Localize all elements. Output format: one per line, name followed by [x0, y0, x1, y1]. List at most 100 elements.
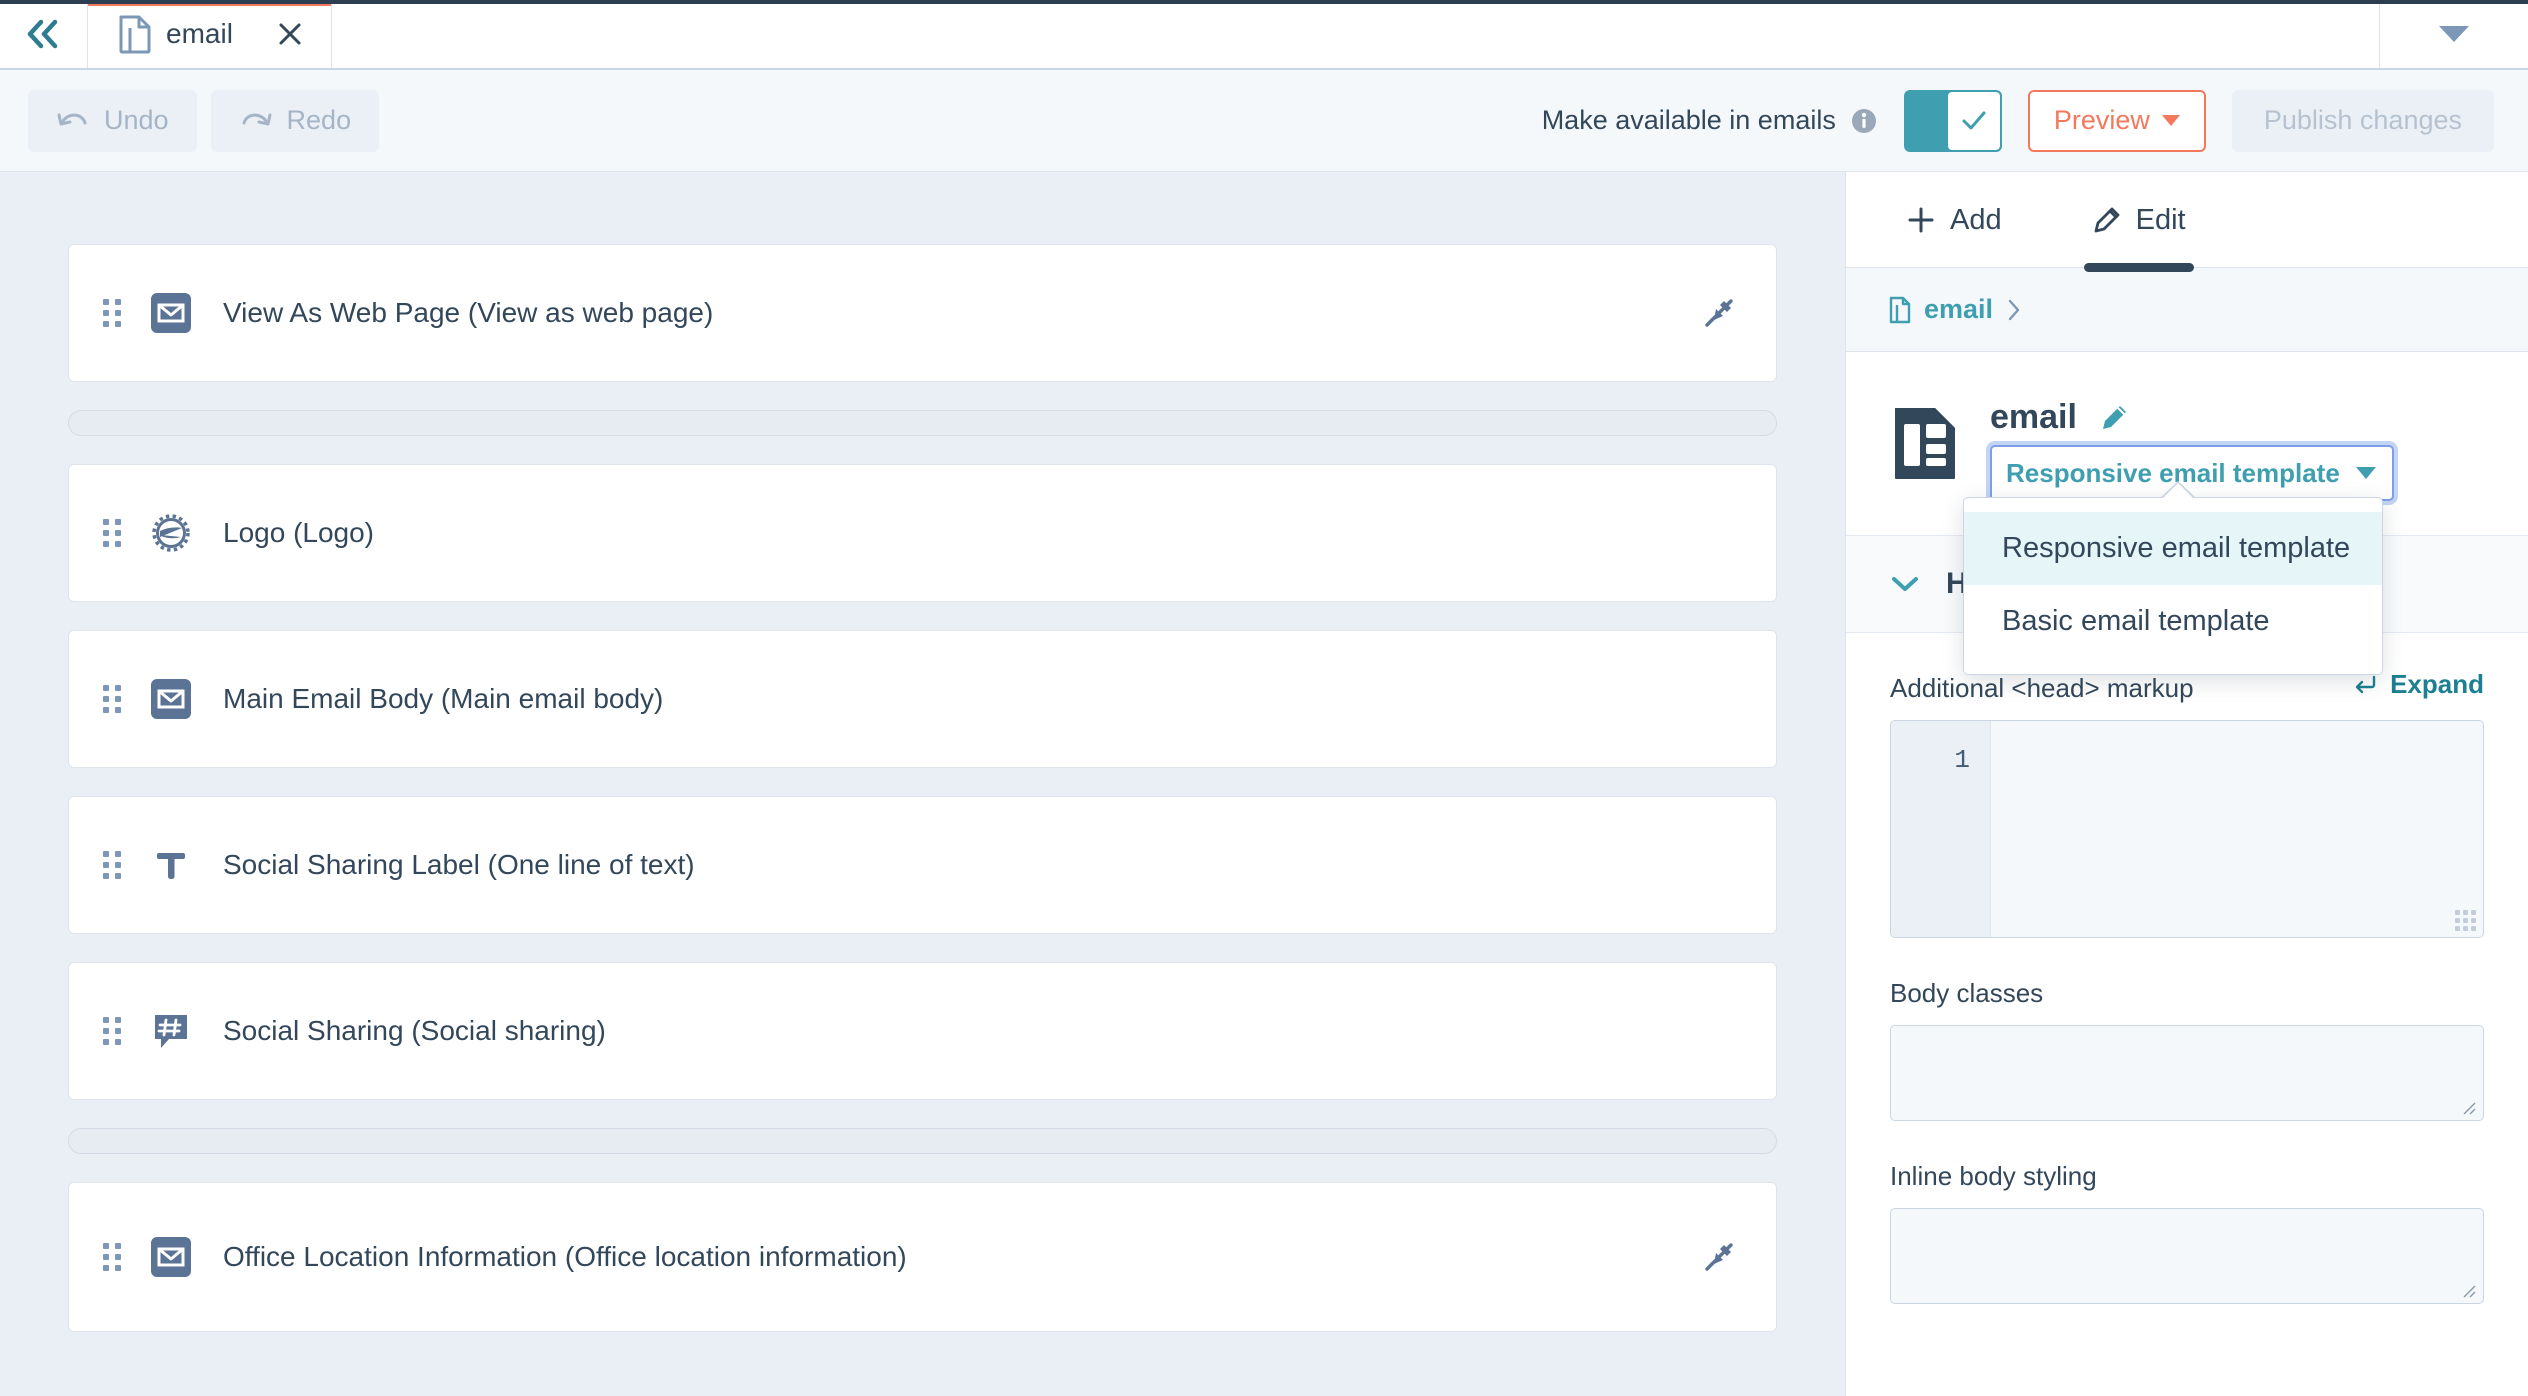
make-available-toggle[interactable] — [1903, 89, 2002, 152]
field-additional-head-markup: Additional <head> markup Expand 1 — [1890, 669, 2484, 938]
document-icon — [119, 15, 151, 54]
chevron-double-left-icon — [27, 19, 57, 49]
info-circle-icon[interactable] — [1850, 107, 1878, 135]
redo-arrow-icon — [242, 113, 272, 125]
module-row[interactable]: Main Email Body (Main email body) — [68, 630, 1777, 768]
undo-button[interactable]: Undo — [28, 89, 197, 152]
drag-handle[interactable] — [103, 851, 121, 879]
field-list: Additional <head> markup Expand 1 Body c… — [1846, 633, 2528, 1304]
tab-add-label: Add — [1950, 203, 2002, 236]
envelope-square-icon — [151, 1237, 191, 1277]
pencil-edit-icon[interactable] — [2099, 403, 2129, 433]
module-label: Main Email Body (Main email body) — [223, 683, 664, 714]
module-label: Office Location Information (Office loca… — [223, 1241, 907, 1272]
module-label: Logo (Logo) — [223, 517, 375, 548]
undo-arrow-icon — [57, 113, 87, 125]
logo-badge-icon — [152, 514, 190, 552]
toggle-knob — [1947, 91, 2000, 150]
tab-add[interactable]: Add — [1906, 172, 2002, 268]
field-label: Additional <head> markup — [1890, 672, 2194, 703]
drag-handle[interactable] — [103, 519, 121, 547]
expand-label: Expand — [2390, 669, 2484, 699]
dropdown-option-basic[interactable]: Basic email template — [1964, 585, 2382, 658]
caret-down-icon — [2161, 115, 2180, 126]
breadcrumb-label: email — [1924, 294, 1994, 324]
module-label: Social Sharing Label (One line of text) — [223, 849, 695, 880]
drag-handle[interactable] — [103, 685, 121, 713]
dropdown-option-label: Responsive email template — [2002, 532, 2351, 564]
drag-handle[interactable] — [103, 299, 121, 327]
field-label-row: Inline body styling — [1890, 1161, 2484, 1192]
tab-bar: email — [0, 0, 2528, 70]
code-editor[interactable]: 1 — [1890, 719, 2484, 938]
template-title-row: email — [1990, 398, 2394, 437]
window-top-strip — [0, 0, 2528, 4]
module-row[interactable]: Office Location Information (Office loca… — [68, 1182, 1777, 1332]
undo-label: Undo — [104, 105, 169, 135]
collapse-sidebar-button[interactable] — [0, 0, 88, 68]
template-type-dropdown-menu: Responsive email template Basic email te… — [1963, 481, 2383, 675]
email-template-icon — [1895, 408, 1955, 479]
document-icon — [1889, 296, 1911, 323]
tab-overflow-button[interactable] — [2380, 0, 2528, 68]
publish-changes-button[interactable]: Publish changes — [2231, 89, 2494, 152]
pencil-slash-icon[interactable] — [1698, 1236, 1740, 1278]
module-row[interactable]: Logo (Logo) — [68, 464, 1777, 602]
module-row[interactable]: Social Sharing (Social sharing) — [68, 962, 1777, 1100]
plus-icon — [1908, 207, 1934, 233]
tab-edit[interactable]: Edit — [2083, 172, 2194, 272]
inspector-panel: Add Edit email email Responsive email te… — [1845, 172, 2528, 1396]
module-row[interactable]: View As Web Page (View as web page) — [68, 244, 1777, 382]
make-available-label: Make available in emails — [1541, 105, 1836, 135]
module-spacer[interactable] — [68, 1128, 1777, 1154]
breadcrumb-item-email[interactable]: email — [1888, 294, 2023, 325]
module-spacer[interactable] — [68, 410, 1777, 436]
expand-editor-icon — [2355, 675, 2376, 693]
redo-button[interactable]: Redo — [210, 89, 380, 152]
chevron-down-icon — [2439, 26, 2469, 42]
hashtag-bubble-icon — [155, 1015, 187, 1048]
preview-label: Preview — [2053, 105, 2150, 135]
line-number-gutter: 1 — [1891, 720, 1991, 937]
module-row[interactable]: Social Sharing Label (One line of text) — [68, 796, 1777, 934]
drag-handle[interactable] — [103, 1017, 121, 1045]
toolbar-left-group: Undo Redo — [0, 89, 380, 152]
field-label: Body classes — [1890, 977, 2044, 1008]
dropdown-option-responsive[interactable]: Responsive email template — [1964, 512, 2382, 585]
envelope-square-icon — [151, 679, 191, 719]
toolbar-right-group: Make available in emails Preview Publish… — [1541, 89, 2528, 152]
module-label: Social Sharing (Social sharing) — [223, 1015, 606, 1046]
line-number: 1 — [1954, 744, 1970, 775]
text-t-icon — [157, 853, 185, 879]
template-header: email Responsive email template — [1846, 352, 2528, 501]
envelope-square-icon — [151, 293, 191, 333]
redo-label: Redo — [286, 105, 352, 135]
resize-handle[interactable] — [2455, 909, 2476, 931]
chevron-right-icon — [2008, 299, 2020, 320]
breadcrumb: email — [1846, 268, 2528, 352]
chevron-down-icon — [1892, 577, 1918, 591]
field-label-row: Body classes — [1890, 978, 2484, 1009]
inline-body-styling-input[interactable] — [1890, 1207, 2484, 1304]
resize-handle[interactable] — [2459, 1281, 2477, 1299]
pencil-icon — [2094, 207, 2120, 233]
caret-down-icon — [2355, 467, 2376, 479]
close-icon[interactable] — [275, 19, 305, 49]
drag-handle[interactable] — [103, 1243, 121, 1271]
code-input-area[interactable] — [1991, 720, 2483, 937]
module-label: View As Web Page (View as web page) — [223, 297, 714, 328]
preview-button[interactable]: Preview — [2027, 89, 2206, 152]
publish-label: Publish changes — [2263, 105, 2462, 135]
panel-tabs: Add Edit — [1846, 172, 2528, 272]
tab-bar-empty-space — [332, 0, 2380, 68]
email-template-editor: email Undo Redo Make available in emails… — [0, 0, 2528, 1396]
resize-handle[interactable] — [2459, 1098, 2477, 1116]
field-inline-body-styling: Inline body styling — [1890, 1161, 2484, 1304]
module-canvas: View As Web Page (View as web page) Logo… — [0, 172, 1845, 1396]
editor-tab-email[interactable]: email — [88, 0, 332, 68]
body-classes-input[interactable] — [1890, 1024, 2484, 1121]
field-body-classes: Body classes — [1890, 978, 2484, 1121]
pencil-slash-icon[interactable] — [1698, 292, 1740, 334]
tab-title: email — [166, 18, 233, 49]
dropdown-option-label: Basic email template — [2002, 605, 2270, 637]
